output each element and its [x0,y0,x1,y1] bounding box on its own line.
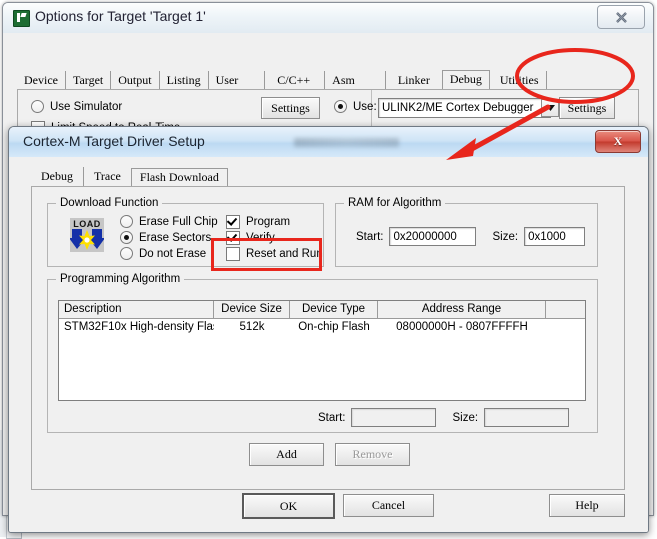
download-function-legend: Download Function [56,197,163,209]
table-row[interactable]: STM32F10x High-density Flash 512k On-chi… [59,319,585,335]
ram-start-label: Start: [356,230,384,243]
algo-size-input[interactable] [484,408,570,427]
debugger-select[interactable]: ULINK2/ME Cortex Debugger [378,98,551,118]
tab-utilities[interactable]: Utilities [490,71,547,90]
left-settings-button[interactable]: Settings [261,97,320,119]
cancel-button[interactable]: Cancel [343,494,434,517]
tab-listing[interactable]: Listing [160,71,209,90]
inner-dialog-body: Debug Trace Flash Download Download Func… [9,157,648,532]
do-not-erase-row[interactable]: Do not Erase [120,247,206,260]
inner-tab-trace[interactable]: Trace [84,167,131,186]
cell-spacer [546,319,583,335]
tab-output[interactable]: Output [111,71,160,90]
programming-algorithm-legend: Programming Algorithm [56,273,185,285]
ram-for-algorithm-group: RAM for Algorithm Start: 0x20000000 Size… [335,197,598,267]
inner-titlebar: Cortex-M Target Driver Setup X [9,127,648,157]
ram-start-input[interactable]: 0x20000000 [389,227,477,246]
tab-debug[interactable]: Debug [441,70,490,91]
use-simulator-radio[interactable] [31,100,44,113]
use-simulator-row[interactable]: Use Simulator [31,100,122,113]
column-header-address-range[interactable]: Address Range [378,301,546,318]
table-header-row: Description Device Size Device Type Addr… [59,301,585,319]
ram-size-value: 0x1000 [528,230,566,243]
cell-description: STM32F10x High-density Flash [64,321,214,333]
right-settings-button[interactable]: Settings [559,97,615,119]
use-debugger-row[interactable]: Use: [334,100,377,113]
cortex-m-target-driver-setup-dialog: Cortex-M Target Driver Setup X Debug Tra… [8,126,649,533]
outer-close-button[interactable] [597,5,645,29]
cell-device-type: On-chip Flash [298,321,370,333]
algo-start-input[interactable] [351,408,437,427]
erase-full-chip-row[interactable]: Erase Full Chip [120,215,218,228]
add-button[interactable]: Add [249,443,324,466]
program-row[interactable]: Program [226,215,290,229]
use-label: Use: [353,100,377,113]
remove-button[interactable]: Remove [335,443,410,466]
algo-start-label: Start: [318,411,346,424]
ram-size-label: Size: [492,230,519,243]
do-not-erase-radio[interactable] [120,247,133,260]
close-icon: X [613,134,623,148]
flash-download-panel: Download Function LOAD Erase Full Chip E… [31,186,625,490]
tab-linker[interactable]: Linker [386,71,442,90]
cell-address-range: 08000000H - 0807FFFFH [396,321,528,333]
tab-cpp[interactable]: C/C++ [265,71,326,90]
outer-titlebar: Options for Target 'Target 1' [3,3,653,33]
reset-and-run-highlight-rect [211,238,322,271]
tab-asm[interactable]: Asm [325,71,386,90]
tab-target[interactable]: Target [66,71,112,90]
help-button[interactable]: Help [549,494,625,517]
do-not-erase-label: Do not Erase [139,247,207,260]
program-checkbox[interactable] [226,215,240,229]
tab-device[interactable]: Device [17,71,66,90]
erase-full-chip-radio[interactable] [120,215,133,228]
outer-tab-strip: Device Target Output Listing User C/C++ … [17,70,547,91]
outer-window-title: Options for Target 'Target 1' [35,8,206,24]
chevron-down-icon[interactable] [541,99,559,117]
inner-tab-strip: Debug Trace Flash Download [31,167,228,187]
ram-for-algorithm-legend: RAM for Algorithm [344,197,446,209]
erase-sectors-row[interactable]: Erase Sectors [120,231,211,244]
column-header-spacer[interactable] [546,301,583,318]
ram-size-input[interactable]: 0x1000 [524,227,586,246]
inner-tab-flash-download[interactable]: Flash Download [130,168,228,187]
close-icon [615,11,627,23]
ram-start-row: Start: 0x20000000 Size: 0x1000 [356,227,586,246]
load-icon-label: LOAD [73,219,101,229]
load-icon: LOAD [70,218,104,252]
program-label: Program [246,216,291,228]
erase-full-chip-label: Erase Full Chip [139,215,218,228]
inner-tab-debug[interactable]: Debug [31,167,84,186]
column-header-device-type[interactable]: Device Type [290,301,378,318]
load-icon-graphic [70,229,104,250]
debugger-select-value: ULINK2/ME Cortex Debugger [382,102,534,114]
use-simulator-label: Use Simulator [50,100,123,113]
column-header-description[interactable]: Description [59,301,214,318]
programming-algorithm-group: Programming Algorithm Description Device… [47,273,598,433]
tab-user[interactable]: User [209,71,266,90]
erase-sectors-label: Erase Sectors [139,231,212,244]
column-header-device-size[interactable]: Device Size [214,301,290,318]
ok-button[interactable]: OK [242,493,335,519]
blurred-watermark-text [294,138,399,147]
algo-size-label: Size: [452,411,479,424]
erase-sectors-radio[interactable] [120,231,133,244]
keil-uvision-icon [13,10,30,27]
use-debugger-radio[interactable] [334,100,347,113]
cell-device-size: 512k [239,321,265,333]
ram-start-value: 0x20000000 [393,230,457,243]
algo-start-row: Start: Size: [318,408,570,427]
inner-window-title: Cortex-M Target Driver Setup [23,133,205,149]
chevron-down-glyph [545,105,555,111]
inner-close-button[interactable]: X [595,130,641,153]
programming-algorithm-table[interactable]: Description Device Size Device Type Addr… [58,300,586,401]
